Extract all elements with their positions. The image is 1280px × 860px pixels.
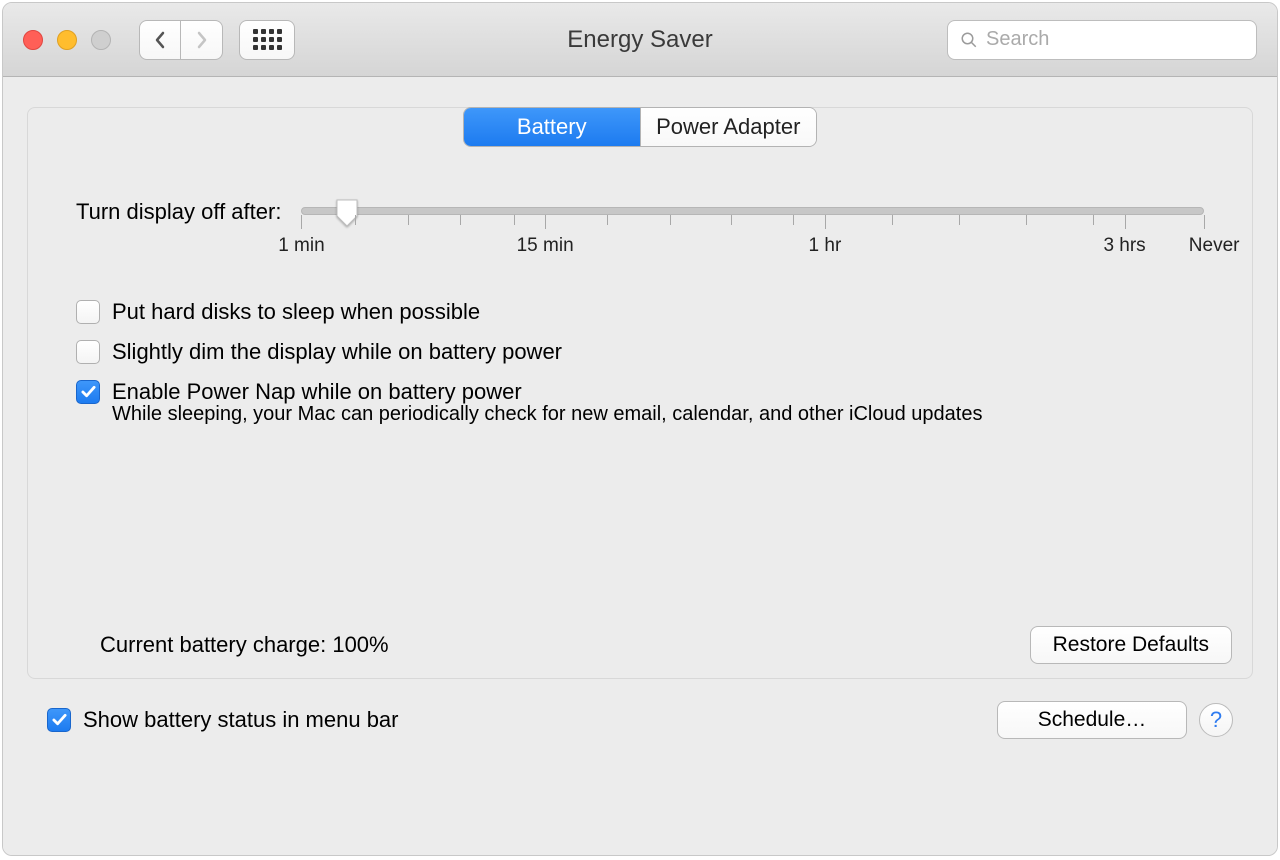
options: Put hard disks to sleep when possible Sl… [76,299,1204,426]
power-nap-checkbox[interactable] [76,380,100,404]
back-button[interactable] [139,20,181,60]
chevron-left-icon [152,30,168,50]
tick-15min: 15 min [517,235,574,257]
search-icon [960,31,978,49]
search-input[interactable] [986,28,1244,51]
menu-bar-checkbox[interactable] [47,708,71,732]
panel-footer: Current battery charge: 100% Restore Def… [100,626,1232,664]
traffic-lights [23,30,111,50]
menu-bar-label: Show battery status in menu bar [83,707,399,733]
maximize-window-button[interactable] [91,30,111,50]
titlebar: Energy Saver [3,3,1277,77]
hard-disks-row: Put hard disks to sleep when possible [76,299,1204,325]
display-sleep-label: Turn display off after: [76,195,281,225]
nav-buttons [139,20,223,60]
tab-battery[interactable]: Battery [464,108,640,146]
power-nap-row: Enable Power Nap while on battery power [76,379,1204,405]
tick-never: Never [1189,235,1240,257]
content: Battery Power Adapter Turn display off a… [3,77,1277,855]
settings-panel: Battery Power Adapter Turn display off a… [27,107,1253,679]
chevron-right-icon [194,30,210,50]
show-all-button[interactable] [239,20,295,60]
dim-display-checkbox[interactable] [76,340,100,364]
tab-power-adapter[interactable]: Power Adapter [640,108,817,146]
tabs: Battery Power Adapter [463,107,817,147]
dim-display-row: Slightly dim the display while on batter… [76,339,1204,365]
hard-disks-checkbox[interactable] [76,300,100,324]
help-button[interactable]: ? [1199,703,1233,737]
display-sleep-slider[interactable]: 1 min 15 min 1 hr 3 hrs Never [301,195,1204,259]
schedule-button[interactable]: Schedule… [997,701,1187,739]
forward-button[interactable] [181,20,223,60]
help-icon: ? [1210,707,1222,733]
display-sleep-row: Turn display off after: [76,195,1204,259]
hard-disks-label: Put hard disks to sleep when possible [112,299,480,325]
search-field[interactable] [947,20,1257,60]
slider-tick-labels: 1 min 15 min 1 hr 3 hrs Never [301,233,1204,259]
tick-1min: 1 min [278,235,324,257]
dim-display-label: Slightly dim the display while on batter… [112,339,562,365]
window: Energy Saver Battery Power Adapter Turn … [2,2,1278,856]
power-nap-label: Enable Power Nap while on battery power [112,379,522,405]
tick-3hrs: 3 hrs [1103,235,1145,257]
tick-1hr: 1 hr [809,235,842,257]
slider-ticks [301,215,1204,233]
grid-icon [253,29,282,50]
restore-defaults-button[interactable]: Restore Defaults [1030,626,1232,664]
battery-charge-text: Current battery charge: 100% [100,632,389,658]
power-nap-description: While sleeping, your Mac can periodicall… [112,403,1204,426]
window-footer: Show battery status in menu bar Schedule… [47,701,1233,739]
minimize-window-button[interactable] [57,30,77,50]
slider-track [301,207,1204,215]
close-window-button[interactable] [23,30,43,50]
